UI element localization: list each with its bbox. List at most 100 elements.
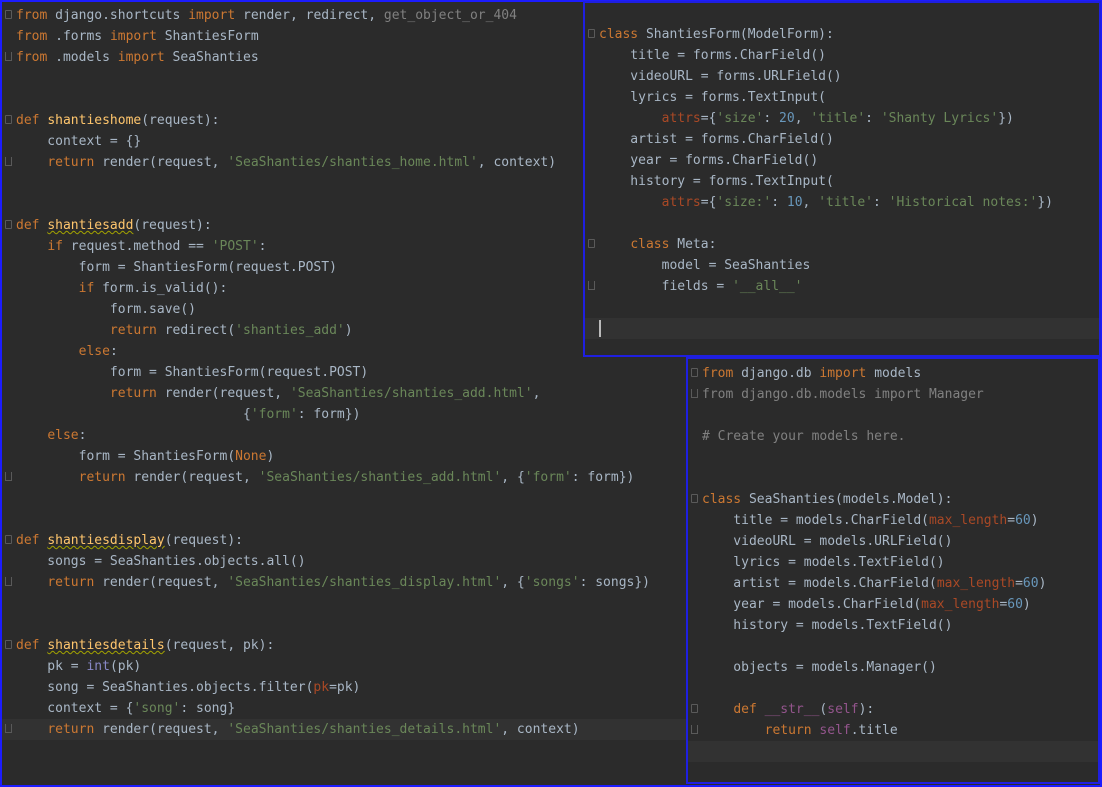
code-token: lyrics = forms.TextInput( [599, 90, 826, 105]
fold-start-icon[interactable] [588, 239, 595, 248]
code-token: from [702, 366, 734, 381]
fold-end-icon[interactable] [5, 157, 12, 166]
code-token: 'songs' [524, 575, 580, 590]
fold-gutter [688, 720, 702, 741]
code-line[interactable]: year = forms.CharField() [585, 150, 1099, 171]
fold-start-icon[interactable] [5, 640, 12, 649]
code-line[interactable]: objects = models.Manager() [688, 657, 1098, 678]
fold-gutter [688, 426, 702, 447]
fold-start-icon[interactable] [5, 220, 12, 229]
code-line[interactable]: attrs={'size:': 10, 'title': 'Historical… [585, 192, 1099, 213]
fold-gutter [2, 446, 16, 467]
fold-end-icon[interactable] [5, 52, 12, 61]
code-text: from django.db import models [702, 363, 1098, 384]
code-token: render(request, [94, 722, 228, 737]
code-token: if [47, 239, 63, 254]
forms-code[interactable]: class ShantiesForm(ModelForm): title = f… [585, 24, 1099, 339]
code-line[interactable]: attrs={'size': 20, 'title': 'Shanty Lyri… [585, 108, 1099, 129]
fold-gutter [2, 110, 16, 131]
code-line[interactable]: class SeaShanties(models.Model): [688, 489, 1098, 510]
fold-end-icon[interactable] [5, 724, 12, 733]
fold-gutter [2, 152, 16, 173]
code-token: from [16, 50, 48, 65]
code-line[interactable]: title = forms.CharField() [585, 45, 1099, 66]
code-line[interactable]: # Create your models here. [688, 426, 1098, 447]
fold-end-icon[interactable] [5, 577, 12, 586]
models-editor-pane[interactable]: from django.db import models from django.… [686, 357, 1100, 784]
fold-end-icon[interactable] [588, 281, 595, 290]
code-line[interactable]: from django.db.models import Manager [688, 384, 1098, 405]
code-line[interactable]: title = models.CharField(max_length=60) [688, 510, 1098, 531]
fold-end-icon[interactable] [691, 389, 698, 398]
code-token: : [258, 239, 267, 254]
code-line[interactable] [688, 447, 1098, 468]
code-line[interactable] [585, 213, 1099, 234]
code-line[interactable]: def __str__(self): [688, 699, 1098, 720]
code-line[interactable]: history = models.TextField() [688, 615, 1098, 636]
code-line[interactable] [585, 318, 1099, 339]
code-token: SeaShanties [164, 50, 259, 65]
fold-start-icon[interactable] [691, 704, 698, 713]
code-line[interactable]: lyrics = forms.TextInput( [585, 87, 1099, 108]
code-line[interactable]: class ShantiesForm(ModelForm): [585, 24, 1099, 45]
fold-start-icon[interactable] [691, 368, 698, 377]
code-line[interactable]: artist = models.CharField(max_length=60) [688, 573, 1098, 594]
code-text: videoURL = models.URLField() [702, 531, 1098, 552]
code-token: : [865, 111, 881, 126]
fold-gutter [2, 320, 16, 341]
code-token: history = forms.TextInput( [599, 174, 834, 189]
fold-start-icon[interactable] [691, 494, 698, 503]
code-line[interactable]: videoURL = forms.URLField() [585, 66, 1099, 87]
code-text: lyrics = models.TextField() [702, 552, 1098, 573]
forms-editor-pane[interactable]: class ShantiesForm(ModelForm): title = f… [583, 1, 1101, 357]
code-line[interactable]: from django.db import models [688, 363, 1098, 384]
code-line[interactable]: fields = '__all__' [585, 276, 1099, 297]
code-line[interactable]: year = models.CharField(max_length=60) [688, 594, 1098, 615]
code-token: 'SeaShanties/shanties_display.html' [227, 575, 502, 590]
fold-start-icon[interactable] [588, 29, 595, 38]
fold-gutter [2, 89, 16, 110]
models-code[interactable]: from django.db import models from django.… [688, 363, 1098, 762]
code-token: ) [344, 323, 353, 338]
code-text: from django.db.models import Manager [702, 384, 1098, 405]
code-line[interactable]: model = SeaShanties [585, 255, 1099, 276]
code-line[interactable]: lyrics = models.TextField() [688, 552, 1098, 573]
code-token: shantiesdisplay [47, 533, 165, 548]
code-token: fields = [599, 279, 733, 294]
fold-gutter [585, 150, 599, 171]
code-line[interactable]: videoURL = models.URLField() [688, 531, 1098, 552]
fold-start-icon[interactable] [5, 10, 12, 19]
code-line[interactable] [688, 741, 1098, 762]
fold-end-icon[interactable] [5, 472, 12, 481]
code-line[interactable]: return self.title [688, 720, 1098, 741]
fold-start-icon[interactable] [5, 535, 12, 544]
fold-start-icon[interactable] [5, 115, 12, 124]
code-token: objects = models.Manager() [702, 660, 937, 675]
code-token: 'title' [810, 111, 866, 126]
fold-gutter [688, 594, 702, 615]
code-line[interactable] [688, 636, 1098, 657]
code-line[interactable] [688, 405, 1098, 426]
code-token: models [866, 366, 922, 381]
fold-gutter [585, 213, 599, 234]
code-token: song = SeaShanties.objects.filter( [16, 680, 314, 695]
code-line[interactable]: class Meta: [585, 234, 1099, 255]
code-token: 'size' [716, 111, 764, 126]
fold-gutter [585, 87, 599, 108]
fold-end-icon[interactable] [691, 725, 698, 734]
code-line[interactable] [585, 297, 1099, 318]
code-token: import [109, 29, 157, 44]
code-token: = [1007, 513, 1016, 528]
code-line[interactable]: history = forms.TextInput( [585, 171, 1099, 192]
code-token: import [819, 366, 867, 381]
code-line[interactable] [688, 468, 1098, 489]
code-token: else [47, 428, 79, 443]
code-line[interactable]: artist = forms.CharField() [585, 129, 1099, 150]
text-cursor [599, 320, 601, 337]
code-line[interactable] [688, 678, 1098, 699]
code-token: max_length [921, 597, 1000, 612]
